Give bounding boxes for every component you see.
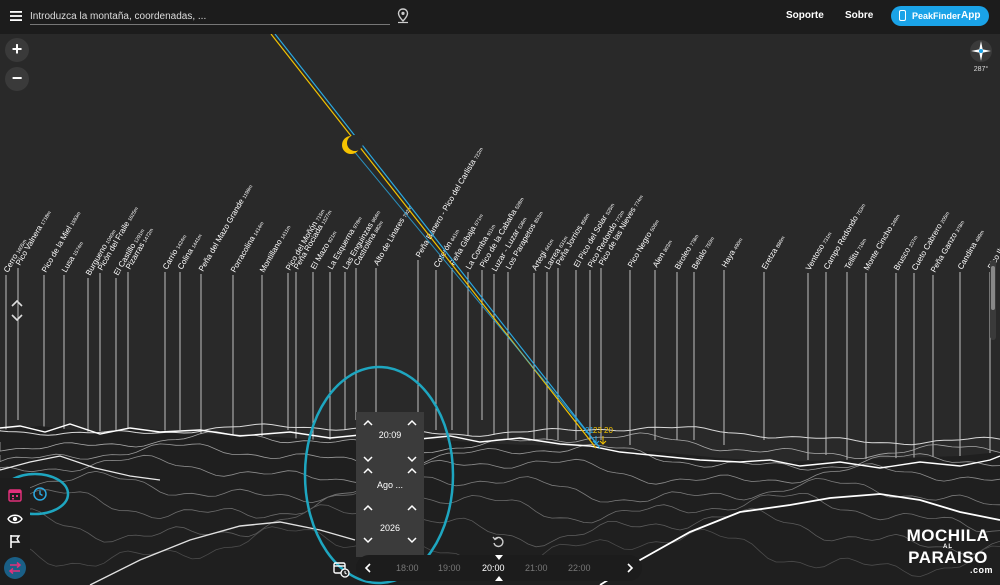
peak-elevation: 237m <box>908 235 919 249</box>
reset-time-icon[interactable] <box>491 535 505 549</box>
peak-elevation: 671m <box>474 213 485 227</box>
watermark-line: .com <box>969 565 993 575</box>
peak-elevation: 205m <box>940 211 951 225</box>
timeline-bar[interactable]: 18:00 19:00 20:00 21:00 22:00 <box>356 555 642 581</box>
peak-elevation: 731m <box>822 231 833 245</box>
compass[interactable]: 287° <box>966 38 996 78</box>
compass-heading: 287° <box>973 66 989 73</box>
timeline-label[interactable]: 22:00 <box>568 563 591 573</box>
peak-labels: Cerro1605mPico Valnera1718mPico de la Mi… <box>2 145 1000 277</box>
flag-icon[interactable] <box>6 532 24 550</box>
peak-name: Alen803m <box>651 238 674 269</box>
peak-label[interactable]: Eretza886m <box>760 234 787 271</box>
peak-elevation: 750m <box>705 236 716 250</box>
moon-path-line-2 <box>352 149 601 449</box>
left-toolbar <box>0 478 30 585</box>
year-down-arrow-icon-2[interactable] <box>406 535 418 545</box>
month-value: Ago ... <box>376 480 403 490</box>
time-value: 20:09 <box>378 430 402 440</box>
peak-elevation: 803m <box>663 240 674 254</box>
peak-name: Eretza886m <box>760 234 787 271</box>
watermark-logo: MOCHILA AL PARAISO .com <box>903 526 993 575</box>
timeline-label[interactable]: 21:00 <box>525 563 548 573</box>
year-up-arrow-icon[interactable] <box>362 503 374 513</box>
clock-icon <box>33 487 47 501</box>
peak-elevation: 528m <box>514 197 525 211</box>
sun-time-label-2: 20 <box>604 426 613 435</box>
panorama-view[interactable]: Cerro1605mPico Valnera1718mPico de la Mi… <box>0 0 1000 585</box>
month-up-arrow-icon[interactable] <box>406 466 418 476</box>
peak-elevation: 778m <box>689 234 700 248</box>
timeline-prev-icon[interactable] <box>362 562 374 574</box>
timeline-label[interactable]: 19:00 <box>438 563 461 573</box>
calendar-clock-icon[interactable] <box>330 558 352 580</box>
eye-icon[interactable] <box>6 510 24 528</box>
peak-label[interactable]: Peña del Mazo Grande1199m <box>197 183 254 273</box>
time-toggle-button[interactable] <box>31 485 49 503</box>
peak-elevation: 249m <box>890 214 901 228</box>
zoom-in-button[interactable]: + <box>5 38 29 62</box>
peak-elevation: 1574m <box>72 241 85 257</box>
tilt-down-icon[interactable] <box>7 312 27 324</box>
moon-icon <box>342 135 363 154</box>
zoom-out-button[interactable]: − <box>5 67 29 91</box>
peak-elevation: 886m <box>775 235 786 249</box>
sun-time-label: 23 <box>593 426 602 435</box>
peak-elevation: 753m <box>856 203 867 217</box>
day-up-arrow-icon[interactable] <box>362 466 374 476</box>
peak-elevation: 1625m <box>127 206 140 222</box>
peak-elevation: 1593m <box>70 211 83 227</box>
hour-up-arrow-icon[interactable] <box>362 418 374 428</box>
tilt-up-icon[interactable] <box>7 297 27 309</box>
peak-elevation: 716m <box>857 238 868 252</box>
year-down-arrow-icon[interactable] <box>362 535 374 545</box>
calendar-icon[interactable] <box>6 486 24 504</box>
peak-elevation: 1718m <box>40 210 53 226</box>
sun-path-line <box>270 34 597 449</box>
peak-elevation: 1441m <box>191 233 204 249</box>
peak-elevation: 489m <box>974 230 985 244</box>
timeline-label[interactable]: 18:00 <box>396 563 419 573</box>
peak-elevation: 1414m <box>253 221 266 237</box>
timeline-marker-icon <box>495 555 503 581</box>
settings-toggle-button[interactable] <box>4 557 26 579</box>
peak-elevation: 853m <box>533 211 544 225</box>
peak-elevation: 856m <box>580 213 591 227</box>
peak-label[interactable]: Candina489m <box>956 228 986 271</box>
peak-elevation: 525m <box>605 203 616 217</box>
timeline-next-icon[interactable] <box>624 562 636 574</box>
peak-elevation: 378m <box>955 220 966 234</box>
peak-label[interactable]: Alen803m <box>651 238 674 269</box>
peak-name: Peña del Mazo Grande1199m <box>197 183 254 273</box>
year-value: 2026 <box>379 523 401 533</box>
year-spinner[interactable]: 2026 <box>356 499 424 557</box>
minute-up-arrow-icon[interactable] <box>406 418 418 428</box>
peak-elevation: 978m <box>352 216 363 230</box>
peak-elevation: 774m <box>633 194 644 208</box>
peak-elevation: 490m <box>733 237 744 251</box>
peak-elevation: 1411m <box>280 225 293 241</box>
sliders-icon <box>8 561 22 575</box>
peak-name: Haya490m <box>720 236 744 269</box>
scrollbar-thumb[interactable] <box>991 266 995 310</box>
watermark-line: MOCHILA <box>906 526 990 545</box>
peak-elevation: 506m <box>649 219 660 233</box>
peak-elevation: 921m <box>327 230 338 244</box>
year-up-arrow-icon-2[interactable] <box>406 503 418 513</box>
peak-name: Candina489m <box>956 228 986 271</box>
peak-elevation: 1199m <box>242 184 255 200</box>
peak-label[interactable]: Haya490m <box>720 236 744 269</box>
peak-elevation: 722m <box>473 147 484 161</box>
compass-icon <box>970 40 992 62</box>
